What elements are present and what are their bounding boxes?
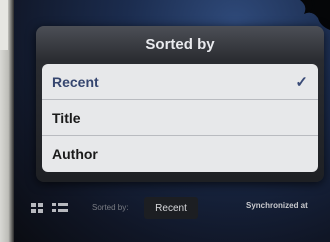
sort-option-title[interactable]: Title xyxy=(42,100,318,136)
sorted-by-label: Sorted by: xyxy=(92,203,129,212)
sort-option-label: Author xyxy=(52,146,98,162)
sort-option-label: Recent xyxy=(52,73,99,90)
bottom-toolbar: Sorted by: Recent Synchronized at xyxy=(14,190,330,224)
sort-popover: Sorted by Recent ✓ Title Author xyxy=(36,26,324,182)
sort-option-author[interactable]: Author xyxy=(42,136,318,172)
list-view-icon[interactable] xyxy=(50,200,70,216)
popover-title: Sorted by xyxy=(145,36,215,53)
app-screen: Sorted by Recent ✓ Title Author Sorted b… xyxy=(14,0,330,242)
grid-view-icon[interactable] xyxy=(28,200,48,216)
sort-button-label: Recent xyxy=(155,202,187,214)
sort-button[interactable]: Recent xyxy=(144,197,198,219)
device-bezel xyxy=(0,0,8,50)
sort-option-label: Title xyxy=(52,109,81,126)
sort-options-list: Recent ✓ Title Author xyxy=(42,64,318,172)
checkmark-icon: ✓ xyxy=(295,74,308,91)
sort-option-recent[interactable]: Recent ✓ xyxy=(42,64,318,100)
sync-status: Synchronized at xyxy=(246,201,308,210)
